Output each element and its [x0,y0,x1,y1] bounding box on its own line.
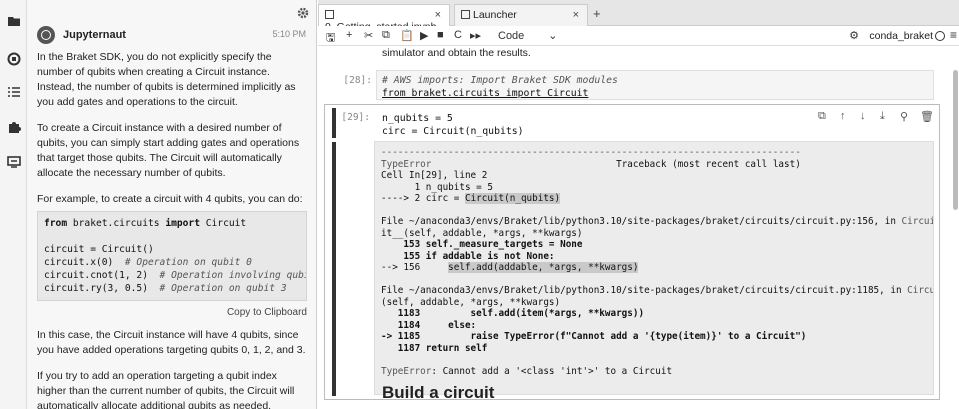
tab-close-icon[interactable]: × [573,9,579,21]
cut-icon[interactable]: ✂ [364,29,373,42]
notebook-area: 0_Getting_started.ipynb × Launcher × + 🖫… [318,0,959,409]
menu-icon[interactable]: ≡ [950,28,957,42]
settings-gear-icon[interactable] [296,6,310,20]
chat-code-block[interactable]: from braket.circuits import Circuit circ… [37,211,307,301]
move-down-icon[interactable]: ↓ [860,110,866,122]
chat-paragraph: If you try to add an operation targeting… [37,370,295,409]
run-icon[interactable]: ▶ [420,29,428,42]
new-tab-icon[interactable]: + [593,6,601,21]
avatar [37,26,55,44]
cell-prompt: [29]: [341,112,370,123]
code-cell-input[interactable]: # AWS imports: Import Braket SDK modules… [376,70,934,100]
tab-label: Launcher [473,9,517,21]
chat-icon[interactable] [7,155,21,169]
merge-cell-icon[interactable]: ⚲ [900,110,908,123]
insert-cell-icon[interactable]: + [346,29,352,41]
move-up-icon[interactable]: ↑ [840,110,846,122]
duplicate-cell-icon[interactable]: ⧉ [818,110,826,123]
stop-icon[interactable]: ■ [437,29,444,41]
cell-type-select[interactable]: Code ⌄ [498,29,558,42]
delete-cell-icon[interactable]: 🗑 [920,110,934,123]
notebook-icon [325,10,334,19]
activity-bar [0,0,27,409]
tab-close-icon[interactable]: × [435,9,441,21]
kernel-gear-icon[interactable]: ⚙ [849,29,859,42]
running-icon[interactable] [7,52,21,66]
output-collapser[interactable] [332,142,336,396]
copy-icon[interactable]: ⧉ [382,29,390,42]
kernel-status-icon [935,31,945,41]
tab-notebook[interactable]: 0_Getting_started.ipynb × [318,4,450,33]
restart-icon[interactable]: C [454,29,462,41]
cell-prompt: [28]: [343,75,372,86]
chat-paragraph: In the Braket SDK, you do not explicitly… [37,51,296,108]
extension-icon[interactable] [7,120,21,134]
chevron-down-icon: ⌄ [548,30,558,42]
notebook-cells: simulator and obtain the results. [28]: … [318,46,947,409]
chat-panel: Jupyternaut 5:10 PM In the Braket SDK, y… [27,0,317,409]
table-of-contents-icon[interactable] [7,85,21,99]
notebook-toolbar: 🖫 + ✂ ⧉ 📋 ▶ ■ C ▸▸ Code ⌄ ⚙ conda_braket … [318,26,959,46]
chat-author: Jupyternaut [63,29,126,41]
error-output: ----------------------------------------… [374,141,934,395]
run-all-icon[interactable]: ▸▸ [470,29,481,42]
cell-type-value: Code [498,30,525,42]
markdown-cell-text: simulator and obtain the results. [382,47,531,59]
copy-to-clipboard-button[interactable]: Copy to Clipboard [37,305,307,320]
chat-timestamp: 5:10 PM [272,29,306,39]
chat-paragraph: To create a Circuit instance with a desi… [37,122,300,179]
insert-below-icon[interactable]: ⤓ [880,110,885,123]
scrollbar-thumb[interactable] [953,70,958,210]
kernel-name[interactable]: conda_braket [869,30,933,42]
tab-launcher[interactable]: Launcher × [454,4,588,26]
chat-paragraph: In this case, the Circuit instance will … [37,329,306,356]
tab-bar: 0_Getting_started.ipynb × Launcher × + [318,0,959,33]
chat-message-header: Jupyternaut 5:10 PM [37,26,306,46]
chat-paragraph: For example, to create a circuit with 4 … [37,193,303,205]
markdown-heading: Build a circuit [382,383,495,402]
code-cell-input[interactable]: n_qubits = 5 circ = Circuit(n_qubits) [376,108,934,138]
folder-icon[interactable] [7,14,21,28]
chat-message-body: In the Braket SDK, you do not explicitly… [37,50,307,409]
jupyternaut-logo-icon [41,30,51,40]
paste-icon[interactable]: 📋 [400,29,414,42]
launcher-icon [461,10,470,19]
